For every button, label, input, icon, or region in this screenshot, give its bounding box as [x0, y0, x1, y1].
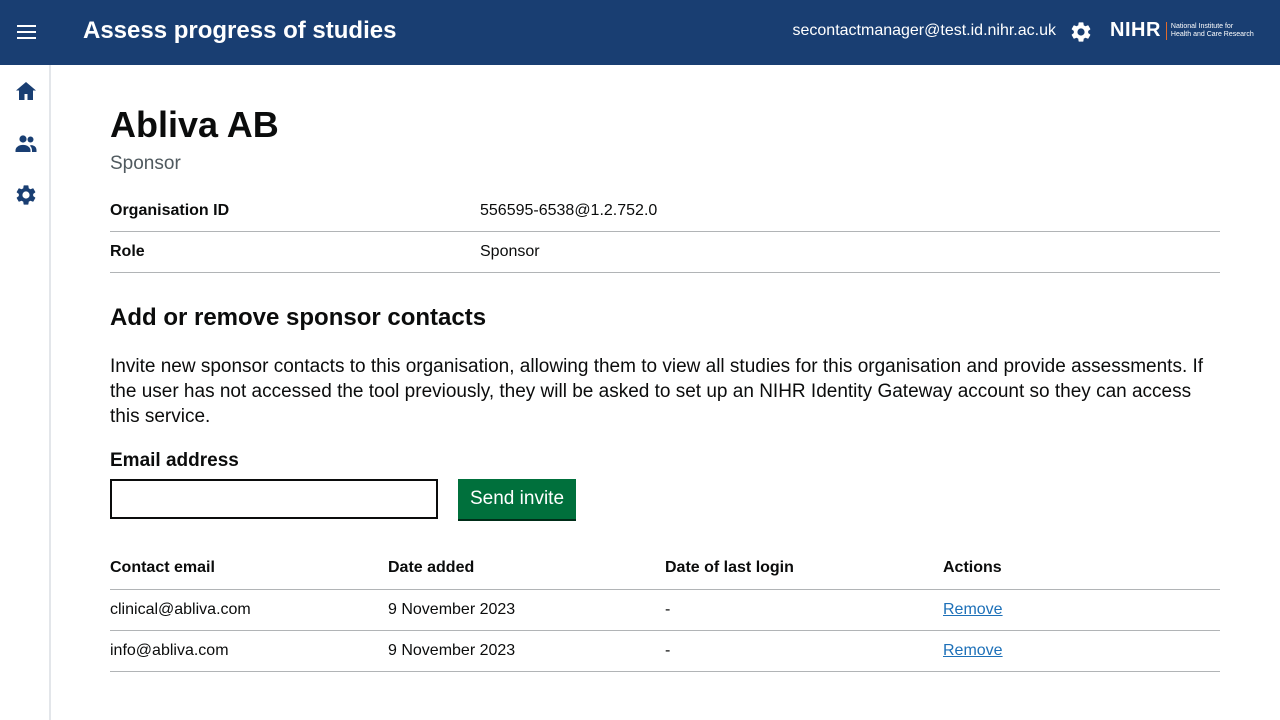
summary-key: Organisation ID — [110, 202, 230, 219]
gear-icon[interactable] — [1069, 20, 1093, 44]
intro-text: Invite new sponsor contacts to this orga… — [110, 356, 1204, 427]
table-row: clinical@abliva.com 9 November 2023 - Re… — [110, 589, 1220, 631]
summary-row-role: Role Sponsor — [110, 232, 1220, 273]
contact-email: info@abliva.com — [110, 630, 388, 672]
column-header: Date added — [388, 548, 665, 590]
remove-link[interactable]: Remove — [943, 642, 1003, 659]
summary-row-organisation-id: Organisation ID 556595-6538@1.2.752.0 — [110, 191, 1220, 232]
table-header-row: Contact email Date added Date of last lo… — [110, 548, 1220, 590]
column-header: Actions — [943, 548, 1220, 590]
actions-cell: Remove — [943, 630, 1220, 672]
contact-email: clinical@abliva.com — [110, 589, 388, 631]
table-row: info@abliva.com 9 November 2023 - Remove — [110, 630, 1220, 672]
users-icon[interactable] — [14, 131, 38, 155]
send-invite-button[interactable]: Send invite — [458, 479, 577, 519]
logo-subtext-line2: Health and Care Research — [1170, 30, 1254, 38]
logo-divider — [1165, 21, 1167, 40]
home-icon[interactable] — [14, 79, 38, 103]
menu-icon[interactable] — [17, 22, 37, 42]
top-header: Assess progress of studies secontactmana… — [0, 0, 1280, 65]
date-added: 9 November 2023 — [388, 589, 665, 631]
summary-list: Organisation ID 556595-6538@1.2.752.0 Ro… — [110, 191, 1220, 273]
sidebar — [0, 65, 51, 720]
page-title: Abliva AB — [110, 104, 279, 145]
page-caption: Sponsor — [110, 153, 181, 174]
remove-link[interactable]: Remove — [943, 601, 1003, 618]
contacts-table: Contact email Date added Date of last lo… — [110, 548, 1220, 672]
summary-value: 556595-6538@1.2.752.0 — [480, 202, 658, 219]
date-added: 9 November 2023 — [388, 630, 665, 672]
logo-text: NIHR — [1110, 19, 1161, 41]
user-email: secontactmanager@test.id.nihr.ac.uk — [792, 22, 1057, 39]
actions-cell: Remove — [943, 589, 1220, 631]
logo-subtext-line1: National Institute for — [1170, 22, 1234, 30]
gear-icon[interactable] — [14, 183, 38, 207]
last-login: - — [665, 630, 943, 672]
email-input[interactable] — [110, 479, 438, 519]
app-title[interactable]: Assess progress of studies — [83, 17, 396, 45]
logo-subtext: National Institute for Health and Care R… — [1171, 23, 1271, 39]
last-login: - — [665, 589, 943, 631]
nihr-logo[interactable]: NIHR National Institute for Health and C… — [1110, 19, 1271, 42]
summary-value: Sponsor — [480, 243, 540, 260]
column-header: Date of last login — [665, 548, 943, 590]
column-header: Contact email — [110, 548, 388, 590]
section-title: Add or remove sponsor contacts — [110, 304, 487, 331]
email-label: Email address — [110, 450, 239, 471]
summary-key: Role — [110, 243, 145, 260]
